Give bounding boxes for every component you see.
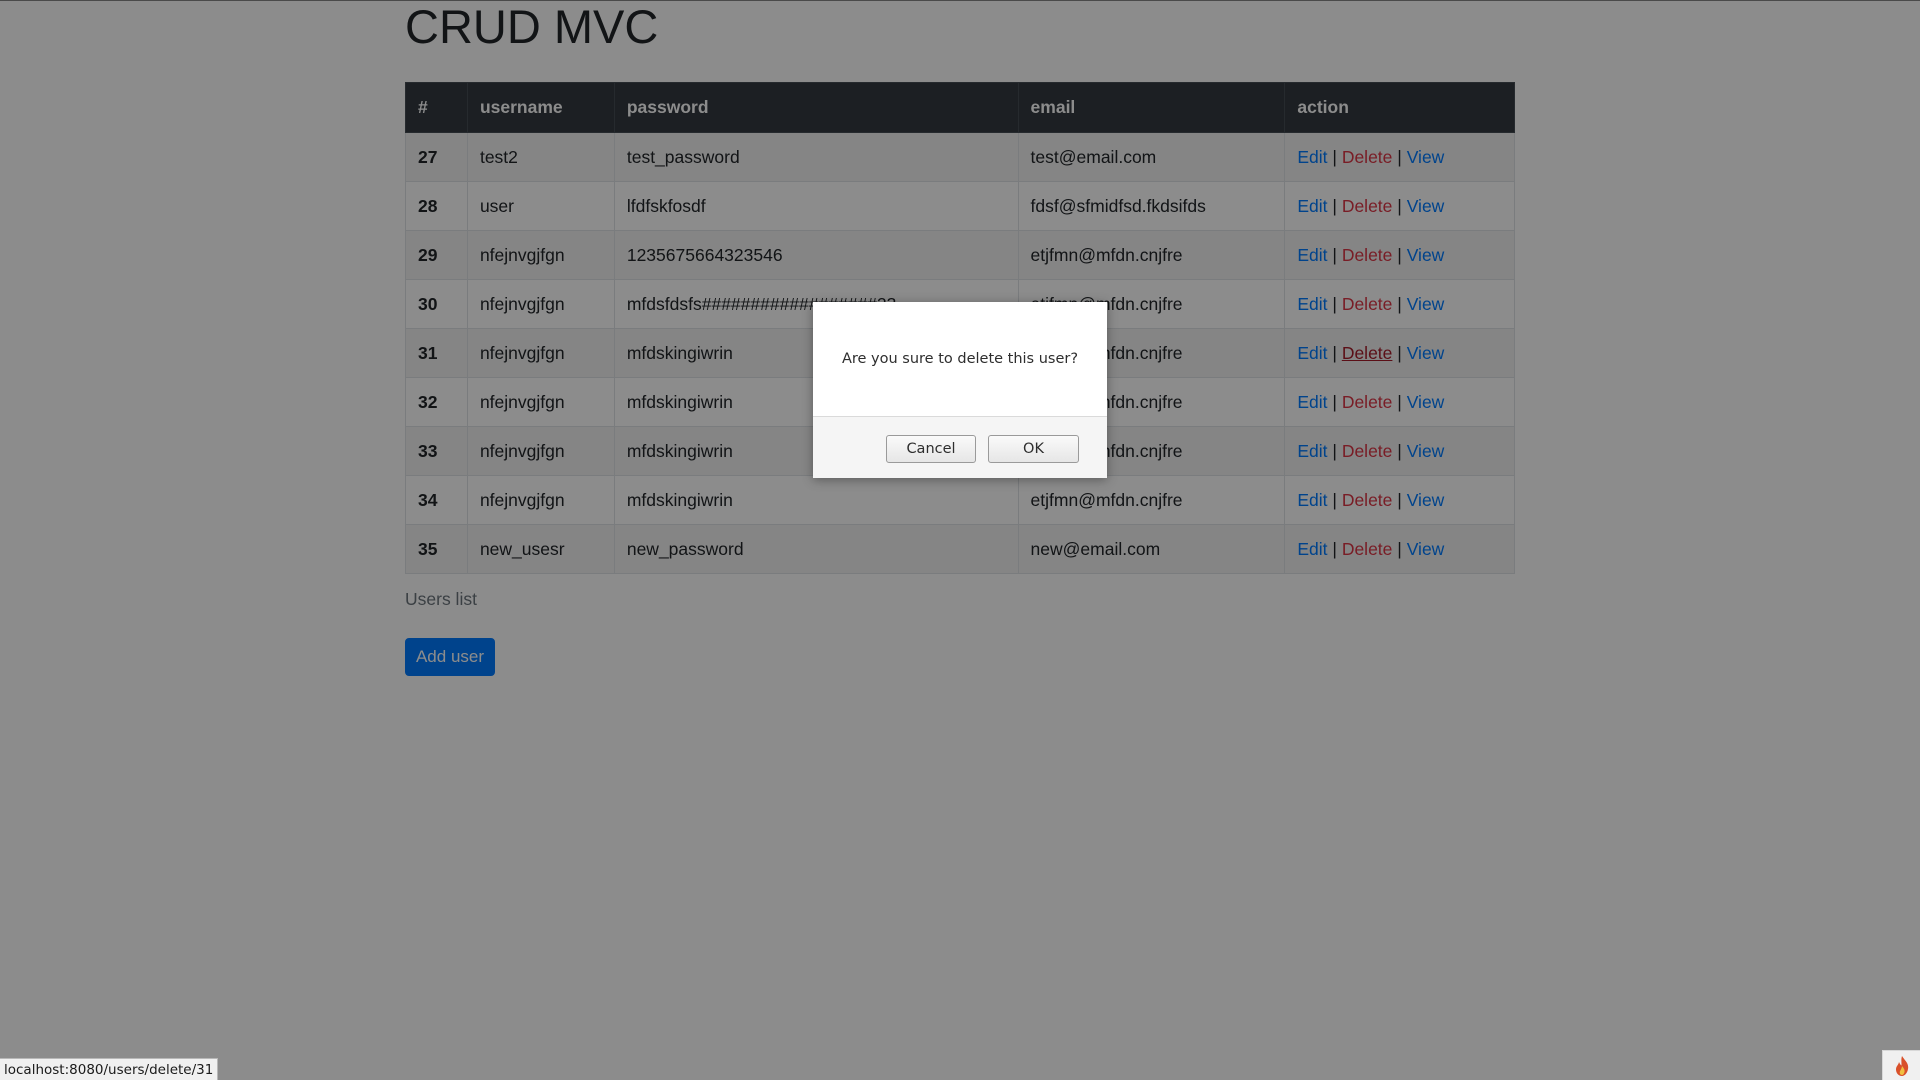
dialog-footer: Cancel OK [813,416,1107,478]
flame-icon[interactable] [1882,1050,1920,1080]
modal-overlay [0,0,1920,1080]
cancel-button[interactable]: Cancel [886,435,976,463]
status-bar-url: localhost:8080/users/delete/31 [0,1058,218,1080]
ok-button[interactable]: OK [988,435,1079,463]
confirm-dialog: Are you sure to delete this user? Cancel… [813,302,1107,478]
dialog-message: Are you sure to delete this user? [813,302,1107,416]
